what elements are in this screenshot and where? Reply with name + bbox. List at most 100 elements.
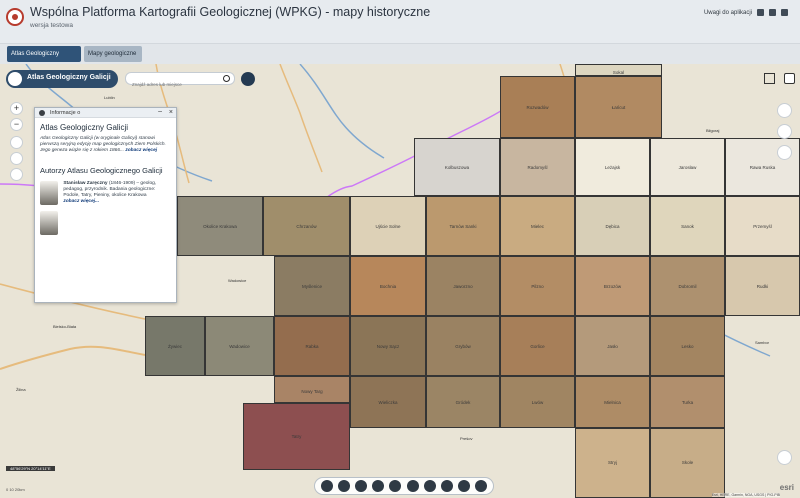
map-sheet: Radomyśl: [500, 138, 575, 196]
map-sheet-label: Grybów: [455, 343, 471, 349]
grid-icon[interactable]: [423, 480, 436, 492]
map-sheet-label: Mielec: [530, 223, 544, 229]
tab-atlas[interactable]: Atlas Geologiczny Galicji: [7, 46, 81, 73]
map-sheet-label: Skole: [681, 460, 694, 466]
map-sheet: Łańcut: [575, 76, 662, 138]
coordinates-readout: 48°56'29"N 20°14'11"E: [6, 466, 55, 471]
map-sheet: Brzozów: [575, 256, 650, 316]
map-sheet-label: Dobromil: [678, 283, 697, 289]
info-icon: [39, 110, 45, 116]
link-icon[interactable]: [241, 72, 255, 86]
info-panel-title: Informacje o: [50, 110, 81, 116]
author-name: Stanisław Zaręczny: [63, 181, 108, 186]
map-sheet-label: Żywiec: [167, 343, 182, 349]
swipe-icon[interactable]: [475, 480, 488, 492]
map-sheet: Stryj: [575, 428, 650, 498]
home-button[interactable]: [10, 136, 23, 149]
author-portrait-2: [40, 211, 58, 235]
map-sheet: Jarosław: [650, 138, 725, 196]
map-view[interactable]: Sokal Rozwadów Łańcut Kolbuszowa Radomyś…: [0, 64, 800, 498]
map-sheet-label: Bochnia: [379, 283, 397, 289]
info-icon[interactable]: [320, 480, 333, 492]
map-sheet-label: Mielnica: [604, 400, 621, 405]
map-sheet: Dębica: [575, 196, 650, 256]
table-icon[interactable]: [777, 450, 792, 465]
measure-icon[interactable]: [440, 480, 453, 492]
locate-button[interactable]: [10, 152, 23, 165]
twitter-icon[interactable]: [769, 9, 776, 16]
map-sheet-label: Gorlice: [530, 343, 545, 349]
map-sheet: Gorlice: [500, 316, 575, 376]
map-sheet-label: Jasło: [607, 343, 618, 349]
map-sheet-label: Rozwadów: [526, 104, 549, 110]
search-box[interactable]: [125, 72, 235, 90]
query-icon[interactable]: [389, 480, 402, 492]
author-more-link[interactable]: zobacz więcej...: [63, 199, 166, 205]
search-icon[interactable]: [223, 75, 230, 82]
map-sheet: Jasło: [575, 316, 650, 376]
map-sheet: Turka: [650, 376, 725, 428]
author-entry: Stanisław Zaręczny (1846-1909) – geolog,…: [40, 181, 171, 205]
place-label: Lublin: [104, 95, 115, 100]
close-icon[interactable]: ×: [169, 108, 173, 118]
print-icon[interactable]: [458, 480, 471, 492]
map-sheet-label: Turka: [681, 400, 694, 405]
layers-icon[interactable]: [372, 480, 385, 492]
zoom-in-button[interactable]: +: [10, 102, 23, 115]
visibility-icon[interactable]: [784, 73, 795, 84]
list-icon[interactable]: [354, 480, 367, 492]
widget-title: Atlas Geologiczny Galicji: [27, 74, 111, 81]
map-sheet-label: Brzozów: [603, 283, 622, 289]
minimize-icon[interactable]: –: [158, 107, 162, 117]
map-sheet-label: Ujście Solne: [375, 223, 401, 229]
info-more-link[interactable]: zobacz więcej: [125, 148, 157, 153]
map-sheet-label: Tarnów Sanki: [449, 223, 477, 229]
map-sheet: Mielec: [500, 196, 575, 256]
header-actions: Uwagi do aplikacji: [704, 9, 788, 16]
map-sheet-label: Lesko: [681, 343, 694, 349]
map-sheet: Żywiec: [145, 316, 205, 376]
map-sheet-label: Chrzanów: [296, 223, 317, 229]
edit-icon[interactable]: [777, 103, 792, 118]
map-sheet-label: Myślenice: [301, 283, 322, 289]
atlas-widget-header[interactable]: Atlas Geologiczny Galicji: [6, 70, 118, 88]
map-sheet: Kolbuszowa: [414, 138, 500, 196]
back-button[interactable]: [10, 168, 23, 181]
facebook-icon[interactable]: [757, 9, 764, 16]
map-sheet: Wieliczka: [350, 376, 426, 428]
map-sheet-label: Leżajsk: [604, 164, 621, 170]
map-sheet: Skole: [650, 428, 725, 498]
map-sheet-label: Stryj: [608, 460, 617, 466]
map-sheet: Rozwadów: [500, 76, 575, 138]
map-sheet-label: Pilzno: [531, 283, 544, 289]
place-label: Bielsko-Biała: [53, 324, 77, 329]
map-sheet-label: Wadowice: [229, 343, 250, 349]
map-sheet: Lwów: [500, 376, 575, 428]
share-icon[interactable]: [781, 9, 788, 16]
search-input[interactable]: [132, 79, 222, 90]
authors-heading: Autorzy Atlasu Geologicznego Galicji: [40, 166, 163, 175]
map-sheet: Tatry: [243, 403, 350, 470]
zoom-out-button[interactable]: −: [10, 118, 23, 131]
place-label: Žilina: [16, 387, 26, 392]
author-text: Stanisław Zaręczny (1846-1909) – geolog,…: [63, 181, 166, 205]
map-sheet: Tarnów Sanki: [426, 196, 500, 256]
fullscreen-icon[interactable]: [764, 73, 775, 84]
place-label: Biłgoraj: [706, 128, 720, 133]
map-sheet-label: Kolbuszowa: [444, 164, 470, 170]
legend-icon[interactable]: [777, 145, 792, 160]
map-sheet: Jaworzno: [426, 256, 500, 316]
map-sheet: Nowy Targ: [274, 376, 350, 403]
basemap-icon[interactable]: [406, 480, 419, 492]
map-sheet-label: Rabka: [305, 343, 319, 349]
place-label: Sambor: [755, 340, 770, 345]
app-subtitle: wersja testowa: [30, 22, 73, 29]
app-header: Wspólna Platforma Kartografii Geologiczn…: [0, 0, 800, 44]
map-sheet-label: Jaworzno: [453, 283, 473, 289]
tab-bar: Atlas Geologiczny Galicji Mapy geologicz…: [0, 44, 800, 73]
feedback-link[interactable]: Uwagi do aplikacji: [704, 10, 752, 16]
layers-icon[interactable]: [777, 124, 792, 139]
help-icon[interactable]: [337, 480, 350, 492]
tab-maps[interactable]: Mapy geologiczne: [84, 46, 142, 62]
map-sheet-label: Gródek: [455, 400, 471, 405]
